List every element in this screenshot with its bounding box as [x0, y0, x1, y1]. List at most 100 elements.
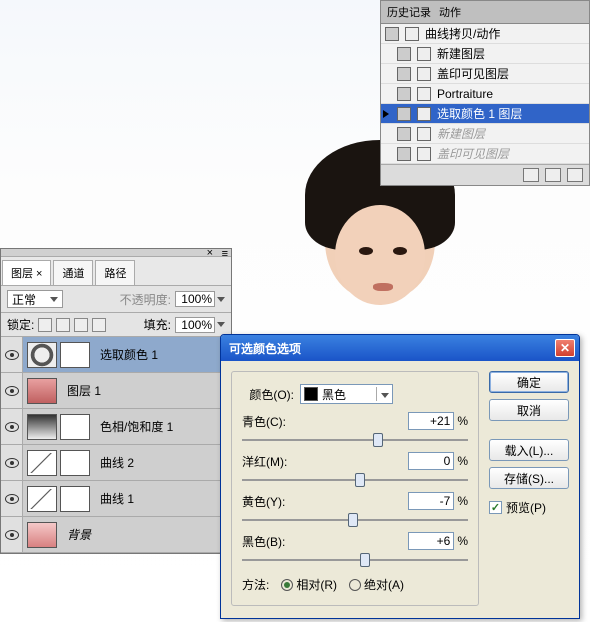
layer-mask-thumb[interactable] — [60, 342, 90, 368]
history-step[interactable]: 新建图层 — [381, 124, 589, 144]
slider-label: 黄色(Y): — [242, 493, 285, 510]
layers-tabs: 图层 × 通道 路径 — [1, 257, 231, 286]
tab-history[interactable]: 历史记录 — [387, 4, 431, 20]
color-label: 颜色(O): — [242, 386, 300, 403]
history-footer — [381, 164, 589, 185]
slider-value-input[interactable] — [408, 412, 454, 430]
slider-value-input[interactable] — [408, 492, 454, 510]
layer-visibility-toggle[interactable] — [1, 445, 23, 480]
layer-name-label: 选取颜色 1 — [94, 346, 158, 363]
layer-mask-thumb[interactable] — [60, 486, 90, 512]
layer-visibility-toggle[interactable] — [1, 373, 23, 408]
layer-row[interactable]: 曲线 1 — [1, 481, 231, 517]
slider-track[interactable] — [242, 472, 468, 488]
slider-thumb[interactable] — [373, 433, 383, 447]
slider-track[interactable] — [242, 552, 468, 568]
layer-thumb[interactable] — [27, 414, 57, 440]
slider-label: 青色(C): — [242, 413, 286, 430]
layer-thumb[interactable] — [27, 342, 57, 368]
load-button[interactable]: 载入(L)... — [489, 439, 569, 461]
history-step-label: 新建图层 — [437, 125, 485, 142]
cancel-button[interactable]: 取消 — [489, 399, 569, 421]
layer-row[interactable]: 背景 — [1, 517, 231, 553]
layers-panel: × ≡ 图层 × 通道 路径 正常 不透明度: 锁定: 填充: 选取颜色 1 图层… — [0, 248, 232, 554]
layer-row[interactable]: 图层 1 — [1, 373, 231, 409]
history-step-label: Portraiture — [437, 87, 493, 101]
layer-thumb[interactable] — [27, 486, 57, 512]
slider-value-input[interactable] — [408, 452, 454, 470]
layer-visibility-toggle[interactable] — [1, 337, 23, 372]
method-relative-label: 相对(R) — [296, 576, 337, 593]
layer-name-label: 背景 — [61, 526, 91, 543]
panel-grip[interactable]: × ≡ — [1, 249, 231, 257]
history-tabs: 历史记录 动作 — [381, 1, 589, 24]
opacity-input[interactable] — [175, 291, 215, 307]
lock-position-icon[interactable] — [74, 318, 88, 332]
history-step-label: 盖印可见图层 — [437, 145, 509, 162]
history-step[interactable]: 新建图层 — [381, 44, 589, 64]
layer-visibility-toggle[interactable] — [1, 517, 23, 552]
save-button[interactable]: 存储(S)... — [489, 467, 569, 489]
history-snapshot-icon[interactable] — [545, 168, 561, 182]
history-step-label: 盖印可见图层 — [437, 65, 509, 82]
history-trash-icon[interactable] — [567, 168, 583, 182]
method-label: 方法: — [242, 576, 269, 593]
color-value: 黑色 — [322, 386, 372, 403]
slider-label: 洋红(M): — [242, 453, 287, 470]
layer-mask-thumb[interactable] — [60, 414, 90, 440]
layer-thumb[interactable] — [27, 522, 57, 548]
pct-label: % — [457, 494, 468, 508]
slider-track[interactable] — [242, 432, 468, 448]
pct-label: % — [457, 534, 468, 548]
history-panel: 历史记录 动作 曲线拷贝/动作 新建图层盖印可见图层Portraiture选取颜… — [380, 0, 590, 186]
eye-icon — [5, 494, 19, 504]
panel-close-icon[interactable]: × — [207, 247, 213, 259]
slider-value-input[interactable] — [408, 532, 454, 550]
tab-paths[interactable]: 路径 — [95, 260, 135, 285]
history-step[interactable]: 选取颜色 1 图层 — [381, 104, 589, 124]
history-new-doc-icon[interactable] — [523, 168, 539, 182]
panel-menu-icon[interactable]: ≡ — [222, 248, 228, 260]
dialog-titlebar[interactable]: 可选颜色选项 ✕ — [221, 335, 579, 361]
layer-row[interactable]: 曲线 2 — [1, 445, 231, 481]
preview-label: 预览(P) — [506, 499, 546, 516]
fill-input[interactable] — [175, 317, 215, 333]
blend-mode-value: 正常 — [12, 291, 36, 308]
slider-track[interactable] — [242, 512, 468, 528]
layer-name-label: 曲线 2 — [94, 454, 134, 471]
dialog-close-button[interactable]: ✕ — [555, 339, 575, 357]
layer-mask-thumb[interactable] — [60, 450, 90, 476]
layer-thumb[interactable] — [27, 378, 57, 404]
lock-pixels-icon[interactable] — [56, 318, 70, 332]
lock-all-icon[interactable] — [92, 318, 106, 332]
layer-thumb[interactable] — [27, 450, 57, 476]
slider-thumb[interactable] — [360, 553, 370, 567]
lock-label: 锁定: — [7, 316, 34, 333]
history-step-label: 选取颜色 1 图层 — [437, 105, 522, 122]
history-step[interactable]: 盖印可见图层 — [381, 64, 589, 84]
layer-visibility-toggle[interactable] — [1, 409, 23, 444]
tab-actions[interactable]: 动作 — [439, 4, 461, 20]
tab-layers[interactable]: 图层 × — [2, 260, 51, 285]
layer-row[interactable]: 色相/饱和度 1 — [1, 409, 231, 445]
method-absolute-radio[interactable]: 绝对(A) — [349, 576, 404, 593]
history-snapshot[interactable]: 曲线拷贝/动作 — [381, 24, 589, 44]
slider-thumb[interactable] — [348, 513, 358, 527]
history-step[interactable]: Portraiture — [381, 84, 589, 104]
layer-row[interactable]: 选取颜色 1 — [1, 337, 231, 373]
layer-name-label: 色相/饱和度 1 — [94, 418, 173, 435]
slider-thumb[interactable] — [355, 473, 365, 487]
fill-label: 填充: — [144, 316, 171, 333]
color-select[interactable]: 黑色 — [300, 384, 393, 404]
ok-button[interactable]: 确定 — [489, 371, 569, 393]
preview-checkbox[interactable]: ✓预览(P) — [489, 499, 569, 516]
pct-label: % — [457, 414, 468, 428]
history-step[interactable]: 盖印可见图层 — [381, 144, 589, 164]
blend-mode-select[interactable]: 正常 — [7, 290, 63, 308]
slider-label: 黑色(B): — [242, 533, 285, 550]
method-relative-radio[interactable]: 相对(R) — [281, 576, 337, 593]
lock-transparent-icon[interactable] — [38, 318, 52, 332]
tab-channels[interactable]: 通道 — [53, 260, 93, 285]
opacity-label: 不透明度: — [120, 291, 171, 308]
layer-visibility-toggle[interactable] — [1, 481, 23, 516]
